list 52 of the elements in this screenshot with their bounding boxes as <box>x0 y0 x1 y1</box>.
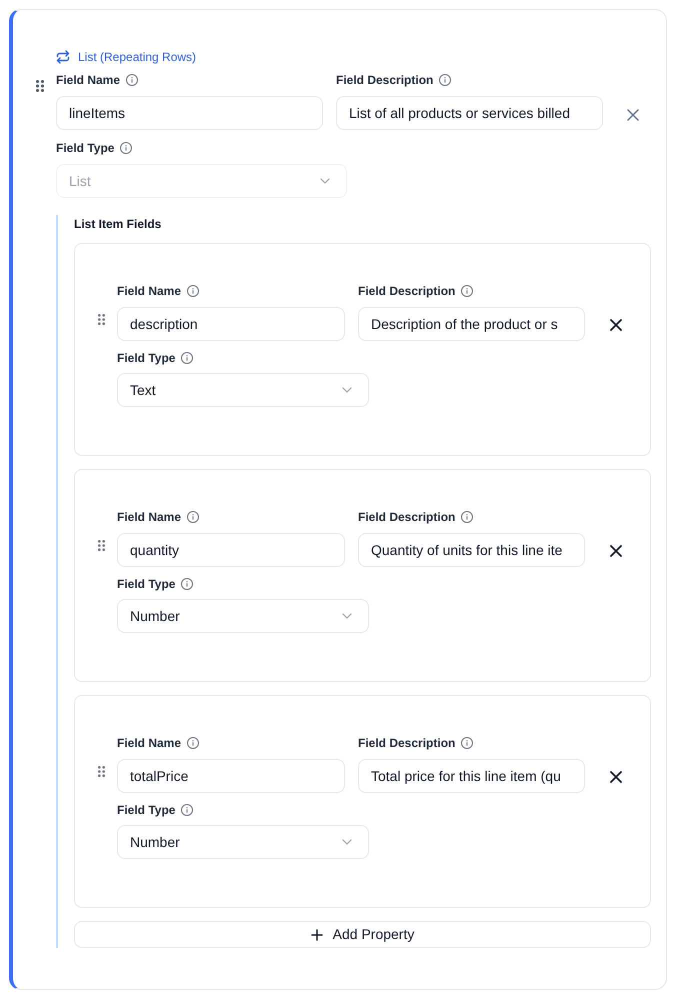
info-icon <box>181 352 194 364</box>
field-kind-label: List (Repeating Rows) <box>78 50 196 64</box>
info-icon <box>181 578 194 590</box>
field-label: Field Type <box>117 351 176 365</box>
drag-handle-icon[interactable] <box>36 80 44 92</box>
info-icon <box>187 737 200 749</box>
close-icon[interactable] <box>610 771 622 783</box>
field-name-input[interactable]: lineItems <box>56 96 323 130</box>
chevron-down-icon <box>342 613 352 619</box>
field-name-input[interactable]: quantity <box>117 533 345 567</box>
chevron-down-icon <box>342 839 352 845</box>
section-title: List Item Fields <box>74 216 162 232</box>
info-icon <box>439 74 452 86</box>
chevron-down-icon <box>342 387 352 393</box>
field-description-input[interactable]: Total price for this line item (qu <box>358 759 585 793</box>
add-property-button[interactable]: Add Property <box>74 921 651 948</box>
info-icon <box>461 511 474 523</box>
field-label: Field Name <box>117 510 182 524</box>
info-icon <box>181 804 194 816</box>
info-icon <box>187 511 200 523</box>
field-label: Field Name <box>117 284 182 298</box>
field-description-input[interactable]: List of all products or services billed <box>336 96 603 130</box>
field-type-select[interactable]: Number <box>117 825 369 859</box>
field-description-input[interactable]: Quantity of units for this line ite <box>358 533 585 567</box>
field-label: Field Type <box>56 141 114 155</box>
field-label: Field Type <box>117 577 176 591</box>
field-label: Field Description <box>358 736 456 750</box>
field-name-input[interactable]: description <box>117 307 345 341</box>
info-icon <box>461 737 474 749</box>
field-label: Field Name <box>117 736 182 750</box>
drag-handle-icon[interactable] <box>98 766 105 777</box>
info-icon <box>187 285 200 297</box>
close-icon[interactable] <box>610 545 622 557</box>
info-icon <box>126 74 138 86</box>
field-label: Field Type <box>117 803 176 817</box>
field-description-input[interactable]: Description of the product or s <box>358 307 585 341</box>
close-icon[interactable] <box>610 319 622 331</box>
repeat-icon <box>56 50 70 64</box>
field-type-select[interactable]: Number <box>117 599 369 633</box>
field-label: Field Name <box>56 73 120 87</box>
field-type-select: List <box>56 164 347 198</box>
field-label: Field Description <box>358 510 456 524</box>
field-label: Field Description <box>358 284 456 298</box>
info-icon <box>120 142 132 154</box>
field-label: Field Description <box>336 73 434 87</box>
chevron-down-icon <box>320 178 330 184</box>
info-icon <box>461 285 474 297</box>
field-type-select[interactable]: Text <box>117 373 369 407</box>
drag-handle-icon[interactable] <box>98 540 105 551</box>
drag-handle-icon[interactable] <box>98 314 105 325</box>
plus-icon <box>310 928 323 940</box>
field-name-input[interactable]: totalPrice <box>117 759 345 793</box>
